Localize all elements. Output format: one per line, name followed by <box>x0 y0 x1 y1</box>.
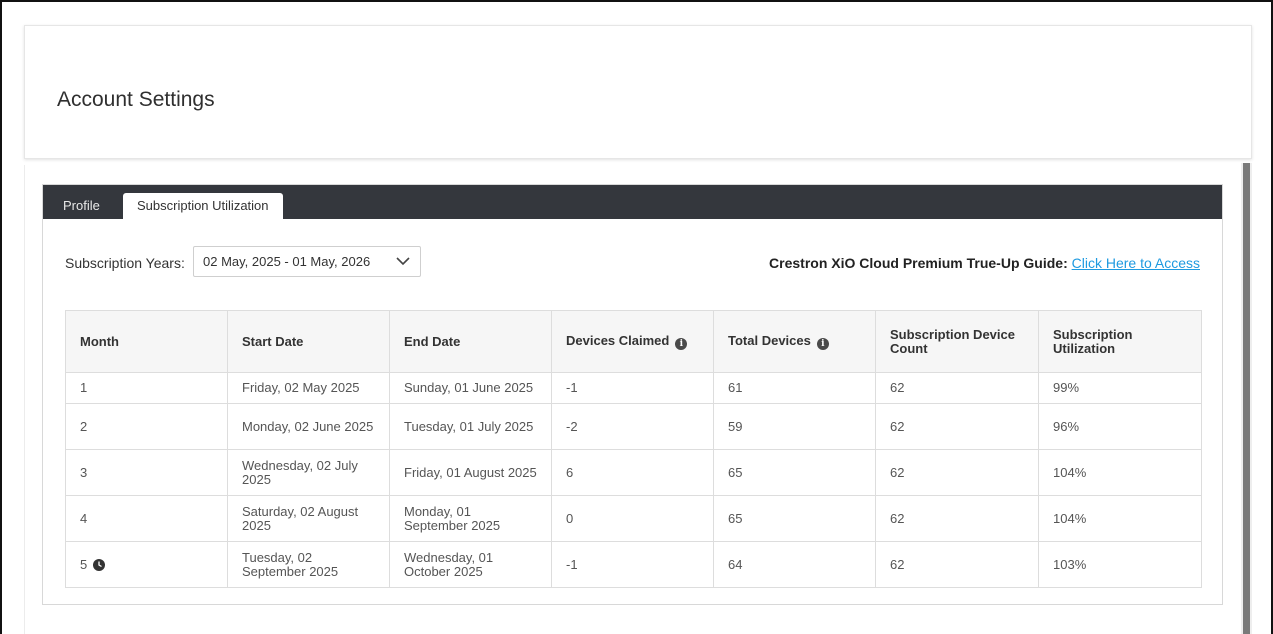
utilization-table: Month Start Date End Date Devices Claime… <box>65 310 1202 588</box>
cell-end-date: Monday, 01 September 2025 <box>389 495 552 542</box>
cell-utilization: 104% <box>1038 495 1202 542</box>
header-end-date: End Date <box>389 310 552 373</box>
cell-device-count: 62 <box>875 495 1039 542</box>
table-row: 5 Tuesday, 02 September 2025 Wednesday, … <box>65 541 1202 588</box>
month-number: 5 <box>80 556 88 572</box>
cell-end-date: Friday, 01 August 2025 <box>389 449 552 496</box>
cell-device-count: 62 <box>875 403 1039 450</box>
cell-device-count: 62 <box>875 372 1039 404</box>
cell-start-date: Monday, 02 June 2025 <box>227 403 390 450</box>
cell-devices-claimed: 0 <box>551 495 714 542</box>
header-devices-claimed: Devices Claimed i <box>551 310 714 373</box>
clock-icon[interactable] <box>93 558 106 571</box>
scrollbar-thumb[interactable] <box>1243 163 1250 634</box>
cell-utilization: 103% <box>1038 541 1202 588</box>
table-header-row: Month Start Date End Date Devices Claime… <box>65 310 1202 373</box>
cell-end-date: Tuesday, 01 July 2025 <box>389 403 552 450</box>
table-row: 1 Friday, 02 May 2025 Sunday, 01 June 20… <box>65 372 1202 404</box>
cell-total-devices: 61 <box>713 372 876 404</box>
subscription-years-label: Subscription Years: <box>65 255 185 271</box>
info-icon[interactable]: i <box>816 337 829 350</box>
cell-total-devices: 65 <box>713 449 876 496</box>
cell-month: 3 <box>65 449 228 496</box>
cell-end-date: Wednesday, 01 October 2025 <box>389 541 552 588</box>
cell-start-date: Friday, 02 May 2025 <box>227 372 390 404</box>
cell-month: 5 <box>65 541 228 588</box>
cell-total-devices: 65 <box>713 495 876 542</box>
header-start-date: Start Date <box>227 310 390 373</box>
cell-month: 1 <box>65 372 228 404</box>
subscription-years-select[interactable]: 02 May, 2025 - 01 May, 2026 <box>193 246 421 277</box>
header-card: Account Settings <box>24 25 1252 159</box>
cell-devices-claimed: -2 <box>551 403 714 450</box>
true-up-guide: Crestron XiO Cloud Premium True-Up Guide… <box>769 255 1200 271</box>
page-title: Account Settings <box>57 88 215 111</box>
header-subscription-device-count: Subscription Device Count <box>875 310 1039 373</box>
cell-month: 2 <box>65 403 228 450</box>
cell-utilization: 99% <box>1038 372 1202 404</box>
tab-subscription-utilization[interactable]: Subscription Utilization <box>123 193 283 219</box>
cell-device-count: 62 <box>875 449 1039 496</box>
table-row: 4 Saturday, 02 August 2025 Monday, 01 Se… <box>65 495 1202 542</box>
cell-device-count: 62 <box>875 541 1039 588</box>
tab-profile[interactable]: Profile <box>49 193 114 219</box>
cell-utilization: 104% <box>1038 449 1202 496</box>
header-month: Month <box>65 310 228 373</box>
vertical-scrollbar[interactable] <box>1241 163 1252 634</box>
cell-utilization: 96% <box>1038 403 1202 450</box>
cell-start-date: Saturday, 02 August 2025 <box>227 495 390 542</box>
cell-start-date: Wednesday, 02 July 2025 <box>227 449 390 496</box>
cell-total-devices: 59 <box>713 403 876 450</box>
tab-bar: Profile Subscription Utilization <box>43 185 1222 219</box>
header-total-devices: Total Devices i <box>713 310 876 373</box>
table-row: 2 Monday, 02 June 2025 Tuesday, 01 July … <box>65 403 1202 450</box>
guide-access-link[interactable]: Click Here to Access <box>1072 255 1200 271</box>
cell-total-devices: 64 <box>713 541 876 588</box>
settings-panel: Profile Subscription Utilization Subscri… <box>42 184 1223 605</box>
cell-end-date: Sunday, 01 June 2025 <box>389 372 552 404</box>
selected-year-range: 02 May, 2025 - 01 May, 2026 <box>203 254 371 269</box>
header-subscription-utilization: Subscription Utilization <box>1038 310 1202 373</box>
cell-devices-claimed: -1 <box>551 372 714 404</box>
cell-month: 4 <box>65 495 228 542</box>
table-row: 3 Wednesday, 02 July 2025 Friday, 01 Aug… <box>65 449 1202 496</box>
chevron-down-icon <box>396 257 410 266</box>
cell-devices-claimed: -1 <box>551 541 714 588</box>
cell-devices-claimed: 6 <box>551 449 714 496</box>
cell-start-date: Tuesday, 02 September 2025 <box>227 541 390 588</box>
guide-label: Crestron XiO Cloud Premium True-Up Guide… <box>769 255 1068 271</box>
info-icon[interactable]: i <box>675 337 688 350</box>
